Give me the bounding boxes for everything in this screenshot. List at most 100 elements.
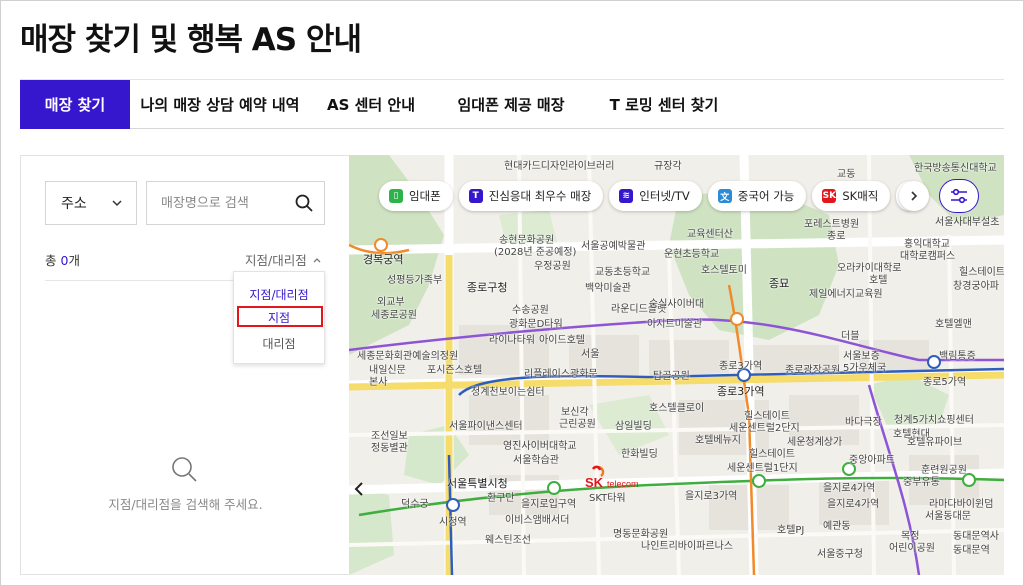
map-label: 시청역 [439, 517, 467, 528]
map-label: 운현초등학교 [664, 249, 720, 260]
map-label: 근린공원 [559, 419, 596, 430]
map-label: 종로 [827, 231, 846, 242]
map-label: 종로5가역 [923, 377, 967, 388]
chevron-up-icon [313, 257, 321, 262]
map-label: 바다극장 [845, 417, 882, 428]
search-icon[interactable] [294, 193, 314, 213]
map-label: 5가우체국 [843, 363, 887, 374]
map-label: 환구단 [487, 493, 515, 504]
map-label: 종로3가역 [717, 385, 765, 398]
map-label: 교동초등학교 [595, 267, 651, 278]
map-label: 동대문역사 [953, 531, 999, 542]
map-label: 제일에너지교육원 [809, 289, 883, 300]
map-label: 서울공예박물관 [581, 241, 646, 252]
map-label: 광화문D타워 [509, 319, 563, 330]
map-label: 교동 [837, 169, 856, 180]
result-count: 총 0개 [45, 250, 80, 269]
map-label: 성평등가족부 [387, 275, 443, 286]
map-label: 우정공원 [534, 261, 571, 272]
map-label: 백림통증 [939, 351, 976, 362]
option-branch-or-agency[interactable]: 지점/대리점 [234, 286, 324, 303]
chips-next-button[interactable] [899, 181, 929, 211]
sk-logo-icon: SK [822, 189, 837, 203]
map-label: 호스텔클로이 [649, 403, 705, 414]
map-label: 백악미술관 [585, 283, 631, 294]
chevron-left-icon[interactable] [351, 479, 367, 499]
map-label: 힐스테이트 [749, 449, 795, 460]
map-label: 세운청계상가 [787, 437, 843, 448]
region-select-value: 주소 [61, 196, 87, 212]
map-label: 을지로3가역 [685, 491, 738, 502]
tab-rental-phone-stores[interactable]: 임대폰 제공 매장 [432, 80, 590, 129]
logo-brand-text: SK [585, 475, 604, 490]
language-icon: 文 [717, 189, 732, 203]
map-label: 힐스테이트 [959, 267, 1004, 278]
map-label: 정동별관 [371, 443, 408, 454]
map-filter-chips: ▯ 임대폰 T 진심응대 최우수 매장 ≋ 인터넷/TV 文 중국어 가능 SK… [379, 181, 911, 211]
count-suffix: 개 [68, 253, 80, 268]
tab-roaming-center[interactable]: T 로밍 센터 찾기 [590, 80, 738, 129]
sk-telecom-logo: SK telecom [583, 465, 653, 495]
store-type-label: 지점/대리점 [245, 253, 307, 268]
map-label: 세종문화회관예술의정원 [357, 351, 459, 362]
map-label: 숭실사이버대 [649, 299, 705, 310]
map-label: 종로3가역 [719, 361, 763, 372]
map-filter-button[interactable] [939, 179, 979, 213]
map-label: 중부유통 [903, 477, 940, 488]
map-label: 종로광장공원 [785, 365, 841, 376]
count-prefix: 총 [45, 253, 61, 268]
map-label: 라이나타워 [489, 335, 535, 346]
tab-as-center[interactable]: AS 센터 안내 [310, 80, 432, 129]
highlight-box [237, 306, 323, 327]
map-label: 한국방송통신대학교 [914, 163, 997, 174]
map-label: 호스텔토미 [701, 265, 747, 276]
map-label: 호텔PJ [777, 525, 805, 536]
chip-label: 인터넷/TV [639, 189, 690, 203]
store-type-dropdown: 지점/대리점 지점 대리점 [233, 271, 325, 364]
map-label: 나인트리바이파르나스 [641, 541, 733, 552]
tab-my-reservations[interactable]: 나의 매장 상담 예약 내역 [130, 80, 310, 129]
map-label: 호텔엘맨 [935, 319, 972, 330]
map-label: 수송공원 [512, 305, 549, 316]
store-map[interactable]: 현대카드디자인라이브러리 규장각 교동 한국방송통신대학교 송현문화공원 (20… [349, 155, 1004, 575]
map-label: 삼일빌딩 [615, 421, 652, 432]
map-label: 대학로캠퍼스 [900, 251, 956, 262]
chip-sk-magic[interactable]: SK SK매직 [812, 181, 891, 211]
map-label: 종로구청 [467, 281, 508, 294]
store-type-toggle[interactable]: 지점/대리점 [245, 250, 322, 269]
option-agency[interactable]: 대리점 [234, 335, 324, 352]
region-select[interactable]: 주소 [45, 181, 137, 225]
store-search-input[interactable] [161, 195, 286, 211]
chip-best-service[interactable]: T 진심응대 최우수 매장 [458, 181, 604, 211]
map-label: 아이드호텔 [539, 335, 585, 346]
map-label: 청계5가치쇼핑센터 [894, 415, 974, 426]
map-label: 경복궁역 [363, 253, 404, 266]
map-label: 호텔유파이브 [907, 437, 963, 448]
chevron-right-icon [911, 191, 918, 201]
map-label: 중앙아파트 [849, 455, 895, 466]
tab-store-finder[interactable]: 매장 찾기 [20, 80, 130, 129]
map-label: 예관동 [823, 521, 851, 532]
map-label: 본사 [369, 377, 388, 388]
map-label: 규장각 [654, 161, 682, 172]
map-label: 을지로4가역 [823, 483, 876, 494]
map-label: 서울 [581, 349, 600, 360]
chip-label: 진심응대 최우수 매장 [488, 189, 592, 203]
map-label: 서울중구청 [817, 549, 863, 560]
chip-chinese[interactable]: 文 중국어 가능 [707, 181, 807, 211]
map-label: 을지로입구역 [521, 499, 577, 510]
chip-rental-phone[interactable]: ▯ 임대폰 [379, 181, 453, 211]
store-search-panel: 주소 총 0개 지점/대리점 지점/대리점 지점 대리점 지점/대리점을 검색해… [20, 155, 349, 575]
map-label: 아지트미술관 [647, 319, 703, 330]
map-label: 세운센트럴1단지 [727, 463, 798, 474]
empty-state-message: 지점/대리점을 검색해 주세요. [108, 497, 263, 512]
map-label: 종묘 [769, 277, 790, 290]
map-label: 서울파이낸스센터 [449, 421, 523, 432]
t-logo-icon: T [468, 189, 483, 203]
map-label: (2028년 준공예정) [494, 247, 577, 258]
map-label: 서울동대문 [925, 511, 971, 522]
chip-internet-tv[interactable]: ≋ 인터넷/TV [609, 181, 702, 211]
chip-label: SK매직 [842, 189, 879, 203]
map-label: 이비스앰배서더 [505, 515, 570, 526]
map-label: 현대카드디자인라이브러리 [504, 161, 615, 172]
